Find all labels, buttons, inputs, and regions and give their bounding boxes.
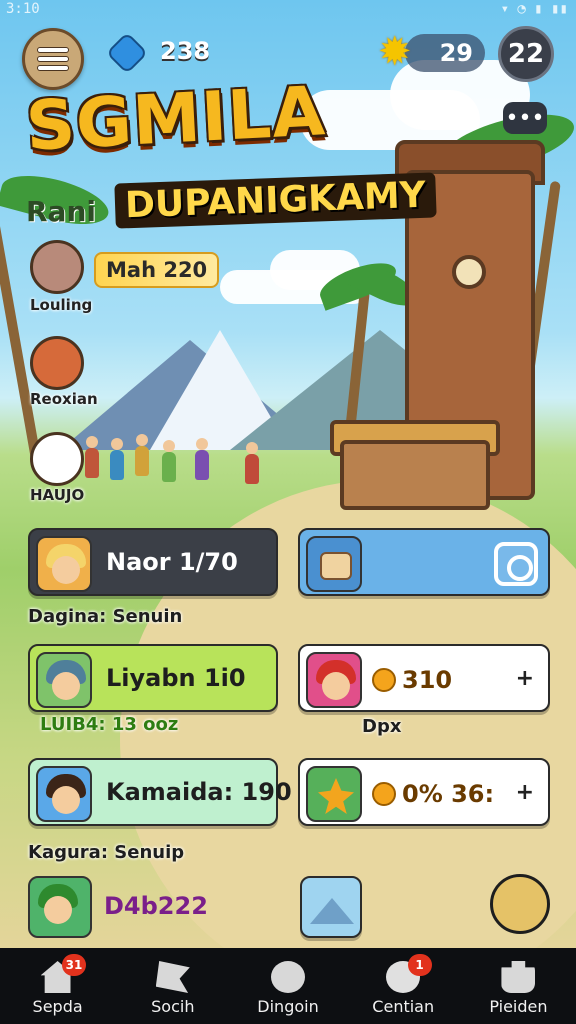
chat-button[interactable]: ••• bbox=[503, 102, 547, 134]
notification-badge: 31 bbox=[62, 954, 86, 976]
scroll-icon bbox=[306, 536, 362, 592]
bonus-value: 310 bbox=[402, 666, 453, 694]
avatar bbox=[306, 652, 362, 708]
coin-icon bbox=[372, 782, 396, 806]
nav-label: Centian bbox=[372, 997, 435, 1016]
map-card[interactable] bbox=[300, 876, 362, 938]
nav-item-center[interactable]: Centian 1 bbox=[346, 948, 461, 1024]
player-card[interactable]: D4b222 bbox=[28, 876, 208, 938]
card-subtitle: Kagura: Senuip bbox=[28, 842, 185, 863]
globe-icon bbox=[271, 961, 305, 993]
bottom-nav: Sepda 31 Socih Dingoin Centian 1 Pieiden bbox=[0, 948, 576, 1024]
nav-label: Dingoin bbox=[257, 997, 319, 1016]
month-badge: Mah 220 bbox=[94, 252, 220, 288]
item-card[interactable]: 0% 36: + bbox=[298, 758, 550, 826]
nav-item-dungeon[interactable]: Dingoin bbox=[230, 948, 345, 1024]
avatar-face bbox=[322, 672, 350, 700]
gem-count: 238 bbox=[160, 37, 211, 65]
avatar bbox=[36, 536, 92, 592]
star-counter[interactable]: 29 bbox=[405, 34, 485, 72]
card-title: Kamaida: 190 bbox=[106, 778, 292, 806]
card-title: Naor 1/70 bbox=[106, 548, 238, 576]
star-count: 29 bbox=[439, 39, 473, 67]
avatar bbox=[36, 766, 92, 822]
bonus-value: 0% 36: bbox=[402, 780, 495, 808]
player-card[interactable]: Kamaida: 190 bbox=[28, 758, 292, 826]
nav-item-social[interactable]: Socih bbox=[115, 948, 230, 1024]
villager bbox=[162, 440, 176, 482]
item-card[interactable]: 310 + bbox=[298, 644, 550, 712]
leaf-icon bbox=[306, 766, 362, 822]
add-button[interactable]: + bbox=[516, 666, 534, 691]
status-icons: ▾ ◔ ▮ ▮▮ bbox=[500, 1, 568, 17]
card-title: D4b222 bbox=[104, 892, 208, 920]
nav-label: Socih bbox=[151, 997, 195, 1016]
avatar bbox=[36, 652, 92, 708]
villager bbox=[135, 434, 149, 476]
card-subtitle: Dagina: Senuin bbox=[28, 606, 183, 627]
avatar-face bbox=[52, 672, 80, 700]
character-label: Reoxian bbox=[30, 390, 98, 408]
flag-icon bbox=[155, 961, 190, 993]
nav-item-pieces[interactable]: Pieiden bbox=[461, 948, 576, 1024]
nav-label: Pieiden bbox=[489, 997, 548, 1016]
add-button[interactable]: + bbox=[516, 780, 534, 805]
game-title: SGMILA bbox=[24, 72, 328, 167]
status-bar: 3:10 ▾ ◔ ▮ ▮▮ bbox=[0, 0, 576, 22]
hut bbox=[340, 440, 490, 510]
profile-button[interactable]: 22 bbox=[498, 26, 554, 82]
card-title: Liyabn 1i0 bbox=[106, 664, 246, 692]
menu-button[interactable] bbox=[22, 28, 84, 90]
avatar-face bbox=[52, 556, 80, 584]
notification-badge: 1 bbox=[407, 954, 432, 976]
friend-avatar[interactable] bbox=[490, 874, 550, 934]
avatar-face bbox=[52, 786, 80, 814]
character-label: HAUJO bbox=[30, 486, 85, 504]
avatar bbox=[28, 876, 92, 938]
character-avatar[interactable] bbox=[30, 432, 84, 486]
card-subtitle: LUIB4: 13 ooz bbox=[40, 714, 179, 735]
star-icon: ✹ bbox=[378, 29, 412, 75]
menu-icon bbox=[38, 48, 68, 70]
rank-label: Rani bbox=[26, 195, 96, 228]
character-avatar[interactable] bbox=[30, 240, 84, 294]
character-label: Louling bbox=[30, 296, 93, 314]
tower-window bbox=[452, 255, 486, 289]
item-card[interactable] bbox=[298, 528, 550, 596]
player-card[interactable]: Naor 1/70 bbox=[28, 528, 278, 596]
villager bbox=[85, 436, 99, 478]
card-subtitle: Dpx bbox=[362, 716, 402, 737]
nav-item-home[interactable]: Sepda 31 bbox=[0, 948, 115, 1024]
coin-icon bbox=[372, 668, 396, 692]
puzzle-icon bbox=[501, 961, 536, 993]
villager bbox=[245, 442, 259, 484]
avatar-face bbox=[44, 896, 72, 924]
villager bbox=[110, 438, 124, 480]
character-avatar[interactable] bbox=[30, 336, 84, 390]
player-card[interactable]: Liyabn 1i0 bbox=[28, 644, 278, 712]
nav-label: Sepda bbox=[32, 997, 83, 1016]
villager bbox=[195, 438, 209, 480]
status-time: 3:10 bbox=[6, 1, 40, 17]
camera-icon[interactable] bbox=[494, 542, 538, 586]
